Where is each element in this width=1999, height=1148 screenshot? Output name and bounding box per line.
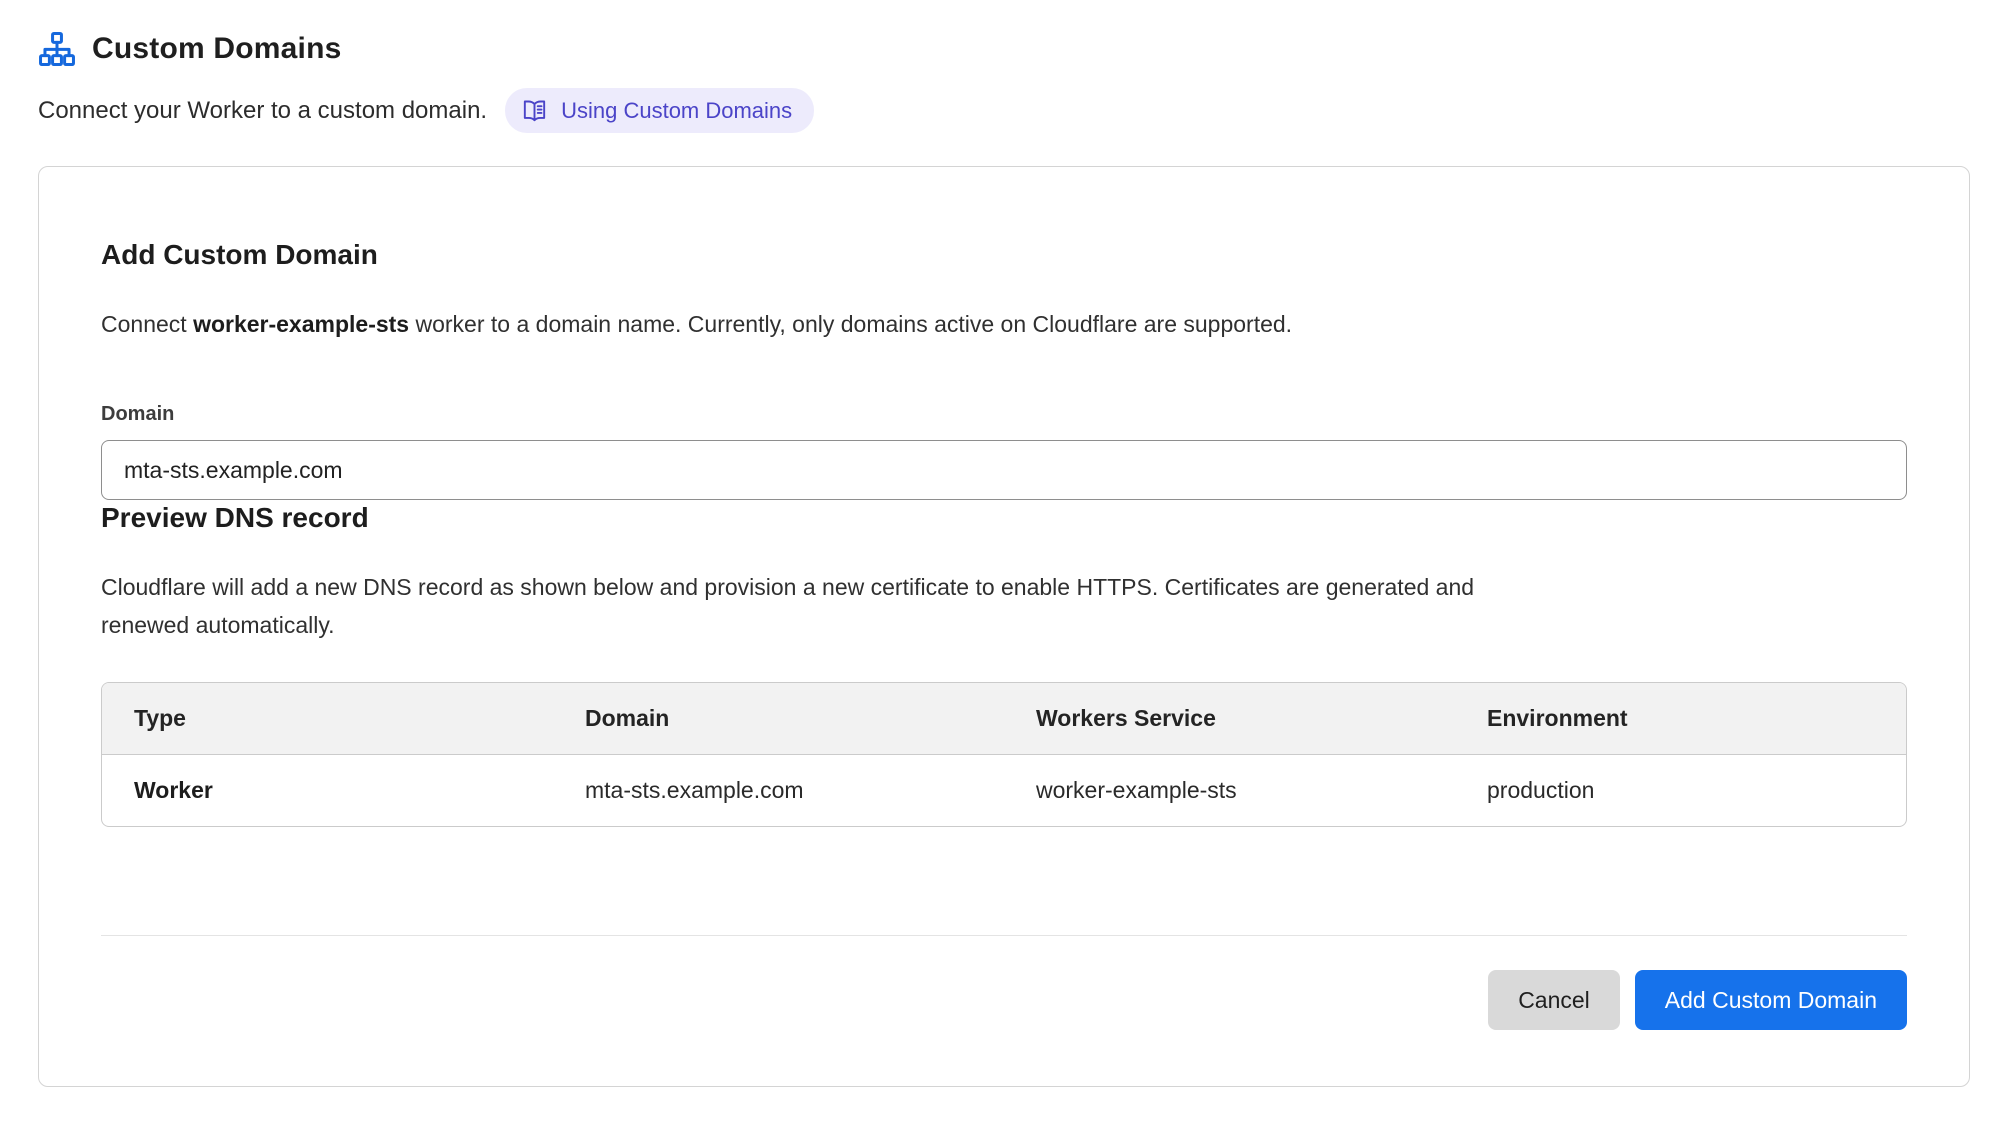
subtitle-row: Connect your Worker to a custom domain. … [38, 88, 1970, 133]
docs-link-label: Using Custom Domains [561, 98, 792, 124]
table-header-row: Type Domain Workers Service Environment [102, 683, 1906, 755]
page-header: Custom Domains Connect your Worker to a … [38, 30, 1970, 133]
preview-dns-heading: Preview DNS record [101, 500, 1907, 536]
worker-name: worker-example-sts [193, 311, 409, 337]
page-title: Custom Domains [92, 32, 342, 66]
domain-input[interactable] [101, 440, 1907, 500]
dns-preview-table: Type Domain Workers Service Environment … [101, 682, 1907, 827]
title-row: Custom Domains [38, 30, 1970, 68]
add-custom-domain-button[interactable]: Add Custom Domain [1635, 970, 1907, 1030]
page-subtitle: Connect your Worker to a custom domain. [38, 97, 487, 125]
column-header-workers-service: Workers Service [1004, 683, 1455, 755]
cell-workers-service: worker-example-sts [1004, 755, 1455, 826]
docs-link-using-custom-domains[interactable]: Using Custom Domains [505, 88, 814, 133]
open-book-icon [521, 97, 548, 124]
custom-domains-page: Custom Domains Connect your Worker to a … [0, 0, 1999, 1148]
preview-dns-description: Cloudflare will add a new DNS record as … [101, 568, 1511, 644]
cancel-button[interactable]: Cancel [1488, 970, 1620, 1030]
domain-field-label: Domain [101, 403, 1907, 426]
table-row: Worker mta-sts.example.com worker-exampl… [102, 755, 1906, 826]
sitemap-icon [38, 30, 76, 68]
add-custom-domain-card: Add Custom Domain Connect worker-example… [38, 166, 1970, 1087]
card-description: Connect worker-example-sts worker to a d… [101, 305, 1907, 343]
cell-environment: production [1455, 755, 1906, 826]
column-header-type: Type [102, 683, 553, 755]
column-header-environment: Environment [1455, 683, 1906, 755]
description-suffix: worker to a domain name. Currently, only… [409, 311, 1292, 337]
card-footer: Cancel Add Custom Domain [101, 936, 1907, 1086]
column-header-domain: Domain [553, 683, 1004, 755]
card-title: Add Custom Domain [101, 237, 1907, 273]
description-prefix: Connect [101, 311, 193, 337]
cell-domain: mta-sts.example.com [553, 755, 1004, 826]
cell-type: Worker [102, 755, 553, 826]
